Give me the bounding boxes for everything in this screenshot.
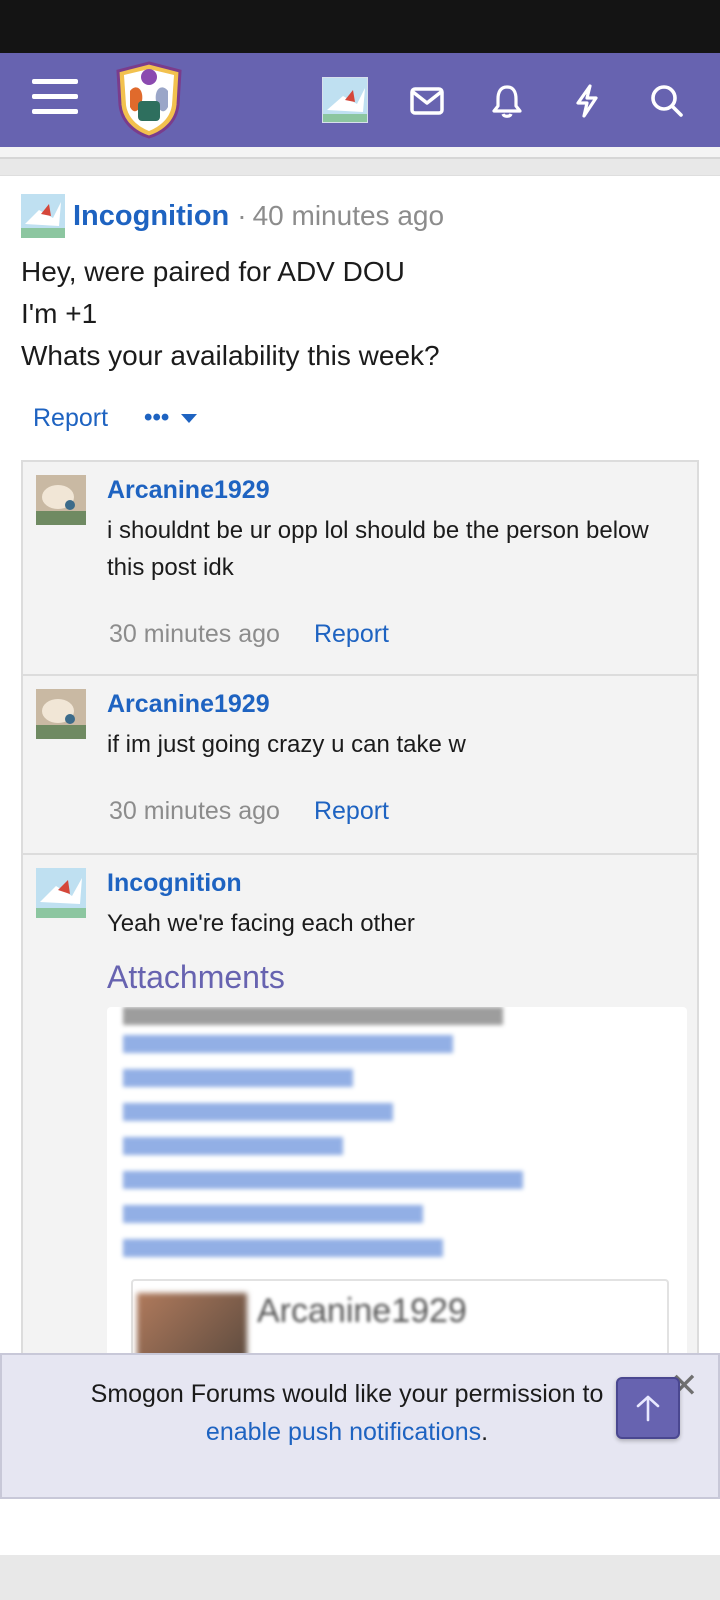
more-options-button[interactable]: •••	[144, 404, 198, 432]
post-line: Hey, were paired for ADV DOU	[21, 256, 405, 287]
comment-report-link[interactable]: Report	[314, 620, 389, 649]
arrow-up-icon	[636, 1395, 660, 1422]
commenter-avatar[interactable]	[36, 475, 86, 525]
post-actions: Report •••	[33, 398, 198, 438]
commenter-avatar[interactable]	[36, 868, 86, 918]
meta-separator: ·	[237, 200, 247, 231]
comment-list: Arcanine1929 i shouldnt be ur opp lol sh…	[21, 460, 699, 1377]
hamburger-icon[interactable]	[32, 79, 78, 119]
push-banner-suffix: .	[481, 1418, 489, 1446]
comment-author-link[interactable]: Arcanine1929	[107, 476, 270, 505]
comment-meta: 30 minutes ago Report	[109, 620, 389, 649]
attachment-blurred-name: Arcanine1929	[257, 1292, 467, 1330]
comment-text: i shouldnt be ur opp lol should be the p…	[107, 517, 649, 581]
envelope-icon[interactable]	[404, 78, 450, 124]
profile-post: Incognition · 40 minutes ago Hey, were p…	[0, 175, 720, 1555]
post-line: Whats your availability this week?	[21, 340, 440, 371]
attachments-heading: Attachments	[107, 959, 285, 995]
commenter-avatar[interactable]	[36, 689, 86, 739]
header-divider	[0, 147, 720, 159]
comment-text: if im just going crazy u can take w	[107, 731, 466, 758]
author-avatar[interactable]	[21, 194, 65, 238]
comment-report-link[interactable]: Report	[314, 797, 389, 826]
push-notification-banner: Smogon Forums would like your permission…	[0, 1353, 720, 1499]
status-bar	[0, 0, 720, 53]
comment-item: Arcanine1929 i shouldnt be ur opp lol sh…	[23, 462, 697, 676]
attachment-thumbnail[interactable]: Arcanine1929	[107, 1007, 687, 1367]
scroll-top-button[interactable]	[616, 1377, 680, 1439]
user-avatar[interactable]	[322, 77, 368, 123]
lightning-icon[interactable]	[564, 78, 610, 124]
comment-text: Yeah we're facing each other	[107, 910, 415, 937]
post-body: Hey, were paired for ADV DOU I'm +1 What…	[21, 251, 701, 377]
search-icon[interactable]	[644, 78, 690, 124]
app-header	[0, 53, 720, 147]
post-line: I'm +1	[21, 298, 98, 329]
comment-author-link[interactable]: Incognition	[107, 869, 242, 898]
more-dots-icon: •••	[144, 404, 170, 431]
push-banner-text: Smogon Forums would like your permission…	[32, 1375, 662, 1451]
post-author-link[interactable]: Incognition	[73, 200, 229, 233]
comment-item: Arcanine1929 if im just going crazy u ca…	[23, 676, 697, 855]
smogon-logo[interactable]	[114, 61, 184, 139]
comment-timestamp[interactable]: 30 minutes ago	[109, 620, 280, 649]
push-banner-message: Smogon Forums would like your permission…	[90, 1380, 604, 1408]
post-header: Incognition · 40 minutes ago	[21, 194, 444, 238]
caret-down-icon	[181, 413, 198, 423]
comment-author-link[interactable]: Arcanine1929	[107, 690, 270, 719]
report-link[interactable]: Report	[33, 404, 108, 433]
post-timestamp[interactable]: 40 minutes ago	[253, 200, 444, 232]
bell-icon[interactable]	[484, 78, 530, 124]
comment-item: Incognition Yeah we're facing each other…	[23, 855, 697, 1375]
comment-meta: 30 minutes ago Report	[109, 797, 389, 826]
enable-push-link[interactable]: enable push notifications	[206, 1418, 481, 1446]
comment-timestamp[interactable]: 30 minutes ago	[109, 797, 280, 826]
